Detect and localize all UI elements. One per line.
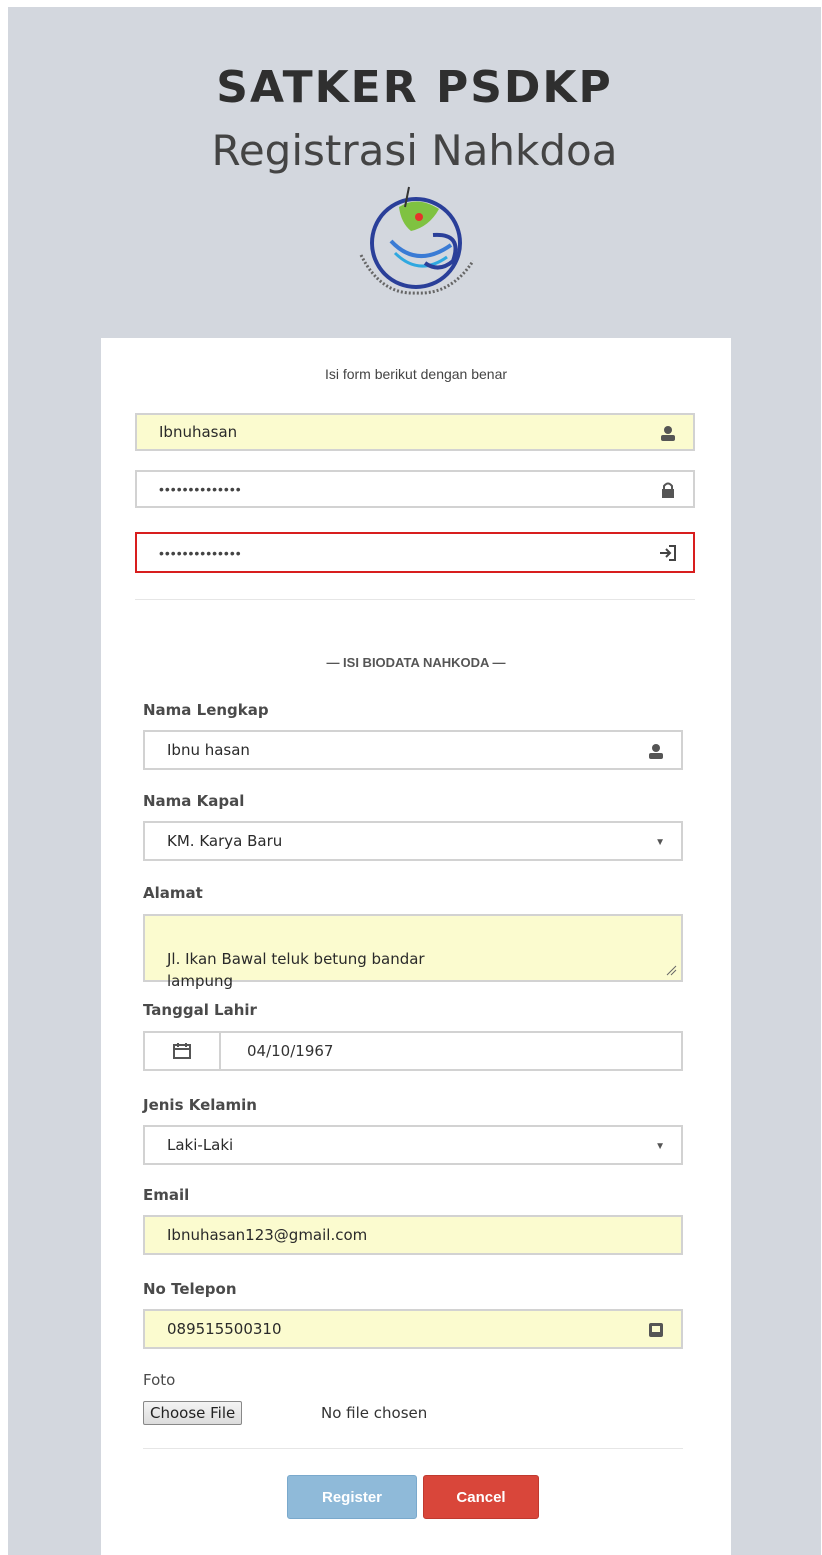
jenis-kelamin-value: Laki-Laki [167, 1136, 234, 1154]
form-intro: Isi form berikut dengan benar [324, 366, 508, 382]
cancel-button[interactable]: Cancel [423, 1475, 539, 1519]
password-input[interactable]: •••••••••••••• [135, 470, 695, 508]
registration-card: Isi form berikut dengan benar Ibnuhasan … [101, 338, 731, 1555]
telepon-value: 089515500310 [167, 1320, 282, 1338]
telepon-input[interactable]: 089515500310 [143, 1309, 683, 1349]
lock-icon [662, 482, 674, 498]
logo-icon [359, 186, 475, 295]
jenis-kelamin-select[interactable]: Laki-Laki ▼ [143, 1125, 683, 1165]
tanggal-lahir-input[interactable]: 04/10/1967 [143, 1031, 683, 1071]
user-icon [649, 744, 663, 759]
alamat-label: Alamat [143, 884, 203, 902]
nama-kapal-select[interactable]: KM. Karya Baru ▼ [143, 821, 683, 861]
resize-grip-icon[interactable] [665, 964, 677, 976]
nama-kapal-value: KM. Karya Baru [167, 832, 283, 850]
no-file-text: No file chosen [321, 1404, 428, 1422]
password-value: •••••••••••••• [159, 481, 242, 497]
calendar-addon[interactable] [145, 1033, 221, 1069]
jenis-kelamin-label: Jenis Kelamin [143, 1096, 257, 1114]
brand-title: SATKER PSDKP [216, 62, 613, 113]
email-input[interactable]: Ibnuhasan123@gmail.com [143, 1215, 683, 1255]
alamat-value: Jl. Ikan Bawal teluk betung bandar lampu… [167, 950, 425, 990]
user-icon [661, 426, 675, 441]
telepon-label: No Telepon [143, 1280, 237, 1298]
nama-lengkap-input[interactable]: Ibnu hasan [143, 730, 683, 770]
divider-bottom [143, 1448, 683, 1449]
username-value: Ibnuhasan [159, 423, 238, 441]
email-label: Email [143, 1186, 190, 1204]
alamat-textarea[interactable]: Jl. Ikan Bawal teluk betung bandar lampu… [143, 914, 683, 990]
email-value: Ibnuhasan123@gmail.com [167, 1226, 368, 1244]
nama-lengkap-label: Nama Lengkap [143, 701, 269, 719]
chevron-down-icon: ▼ [655, 1141, 665, 1152]
choose-file-button[interactable]: Choose File [143, 1401, 243, 1425]
confirm-password-input[interactable]: •••••••••••••• [135, 532, 695, 573]
calendar-icon [173, 1043, 191, 1059]
username-input[interactable]: Ibnuhasan [135, 413, 695, 451]
login-icon [660, 545, 676, 561]
register-button[interactable]: Register [287, 1475, 417, 1519]
phone-icon [649, 1323, 663, 1337]
page-subtitle: Registrasi Nahkdoa [211, 126, 618, 175]
confirm-password-value: •••••••••••••• [159, 544, 242, 561]
tanggal-lahir-label: Tanggal Lahir [143, 1001, 257, 1019]
divider-top [135, 599, 695, 600]
foto-label: Foto [143, 1371, 176, 1389]
section-title: — ISI BIODATA NAHKODA — [326, 655, 506, 670]
nama-kapal-label: Nama Kapal [143, 792, 245, 810]
nama-lengkap-value: Ibnu hasan [167, 741, 250, 759]
tanggal-lahir-value: 04/10/1967 [247, 1042, 334, 1060]
chevron-down-icon: ▼ [655, 837, 665, 848]
